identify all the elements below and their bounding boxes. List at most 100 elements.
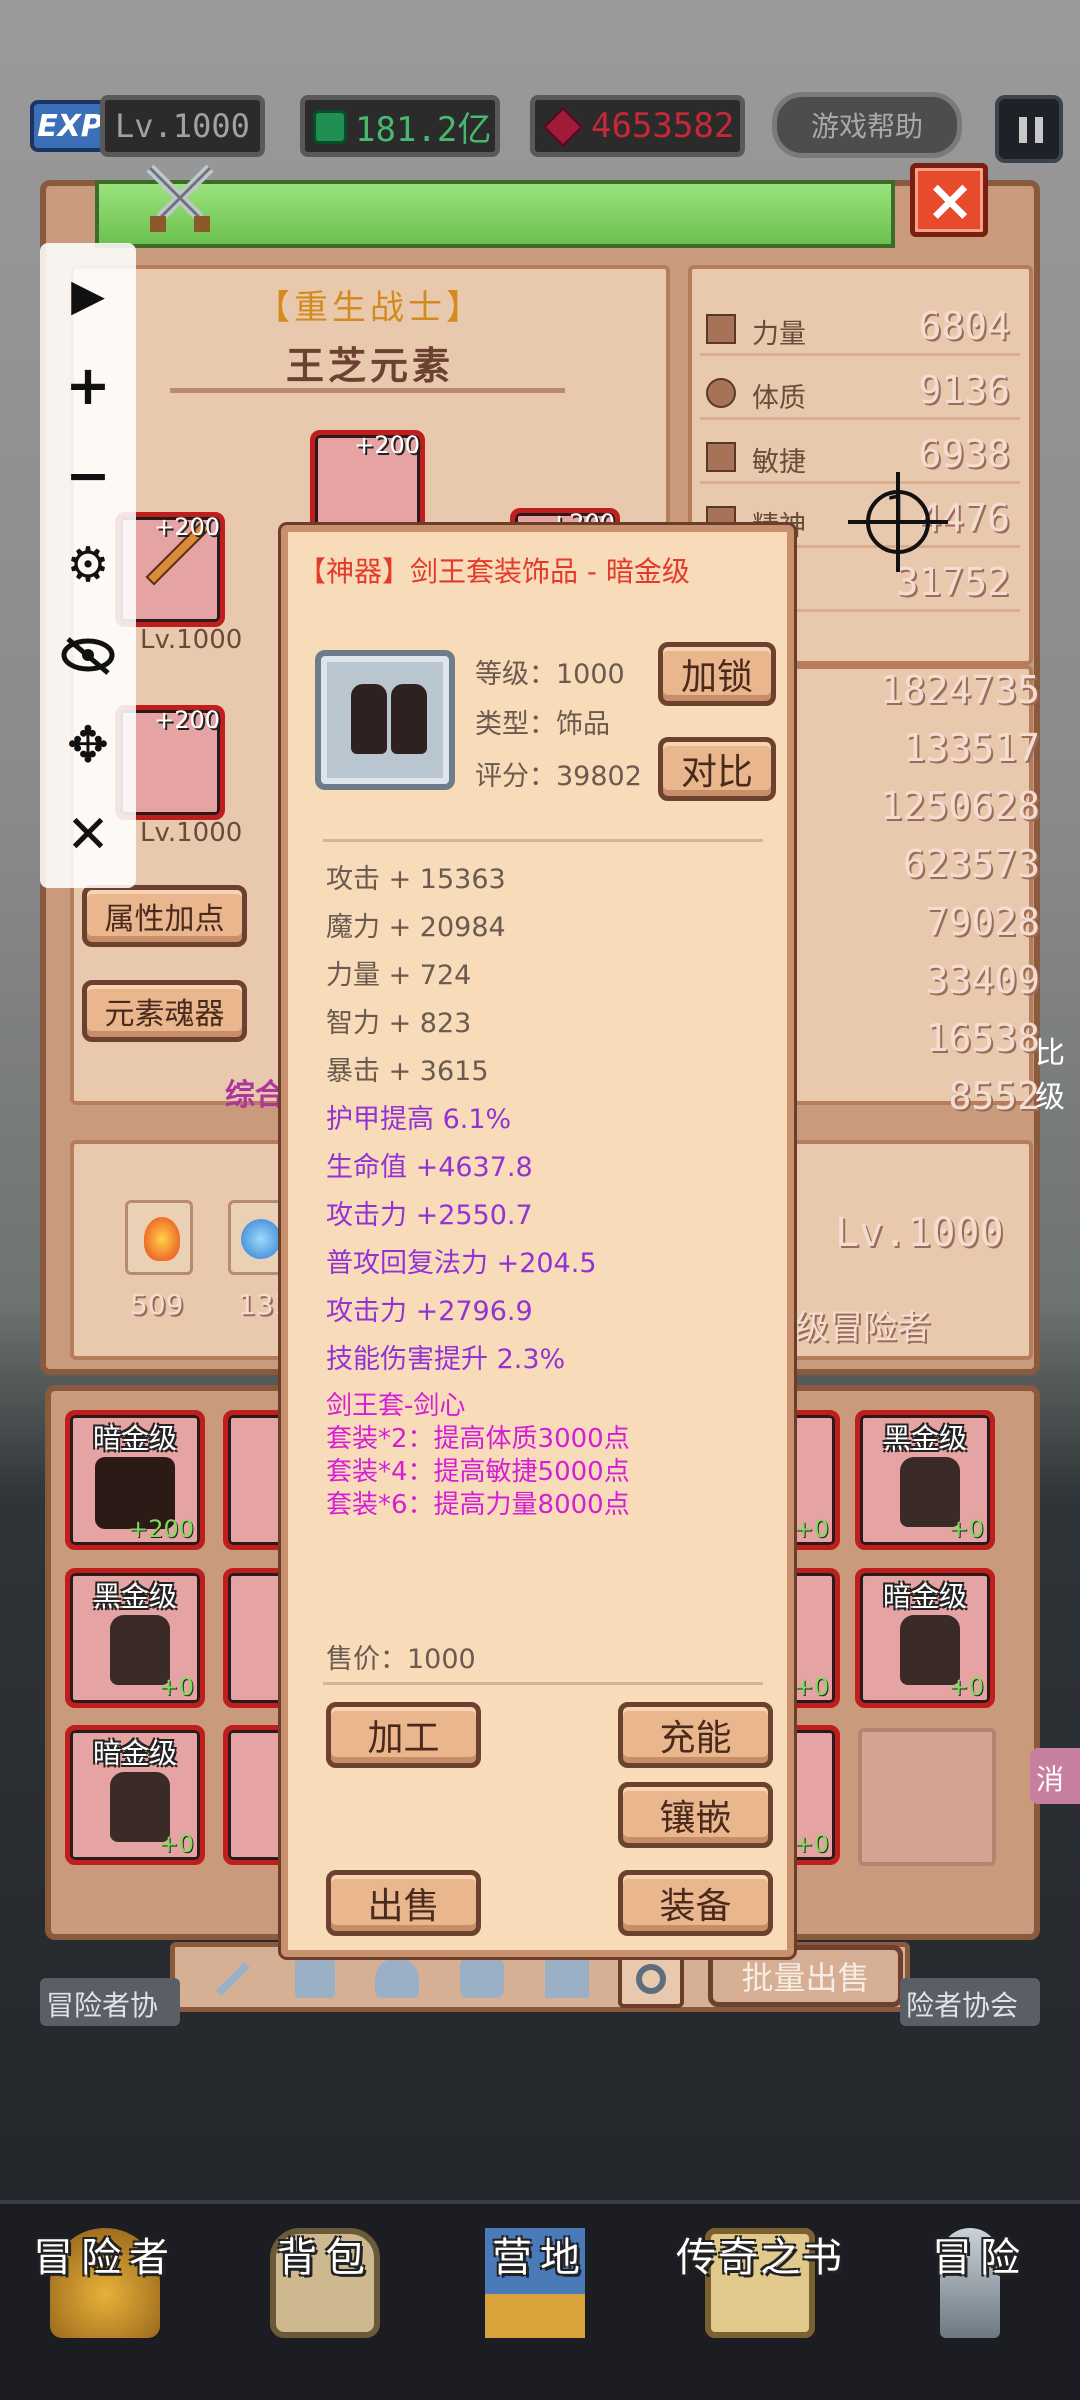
nav-legend-book[interactable]: 传奇之书 <box>665 2225 855 2283</box>
tab-chest[interactable] <box>460 1958 504 1998</box>
item-price: 售价：1000 <box>326 1644 476 1675</box>
ruby-count: 4653582 <box>591 106 735 146</box>
nav-adventurer[interactable]: 冒险者 <box>10 2225 200 2283</box>
close-icon: × <box>925 166 975 234</box>
charge-button[interactable]: 充能 <box>618 1702 773 1768</box>
summary-label: 综合 <box>225 1078 285 1113</box>
ring-icon <box>636 1964 666 1994</box>
inventory-slot-4[interactable]: 黑金级 +0 <box>855 1410 995 1550</box>
close-toolbar-icon[interactable]: ✕ <box>58 805 118 865</box>
equip-button[interactable]: 装备 <box>618 1870 773 1936</box>
set-bonus-4: 套装*4：提高敏捷5000点 <box>326 1457 630 1487</box>
element-soul-button[interactable]: 元素魂器 <box>82 980 247 1042</box>
glove-icon <box>351 684 387 754</box>
item-icon-frame <box>315 650 455 790</box>
tab-armor[interactable] <box>295 1958 335 1998</box>
process-button[interactable]: 加工 <box>326 1702 481 1768</box>
cancel-button[interactable]: 消 <box>1030 1748 1080 1804</box>
sub-stat-1: 1824735 <box>879 668 1040 712</box>
heart-icon <box>706 378 736 408</box>
item-title: 【神器】剑王套装饰品 - 暗金级 <box>298 555 690 588</box>
base-attr-magic: 魔力 + 20984 <box>326 912 506 943</box>
level-display: Lv.1000 <box>100 95 265 157</box>
extra-attr-3: 攻击力 +2550.7 <box>326 1200 533 1231</box>
inventory-slot-5[interactable]: 黑金级 +0 <box>65 1568 205 1708</box>
minus-icon[interactable]: − <box>58 444 118 507</box>
extra-attr-4: 普攻回复法力 +204.5 <box>326 1248 597 1279</box>
attribute-points-button[interactable]: 属性加点 <box>82 885 247 947</box>
extra-attr-1: 护甲提高 6.1% <box>326 1104 512 1135</box>
ruby-counter: 4653582 <box>530 95 745 157</box>
fire-resource-icon <box>125 1200 193 1275</box>
class-title: 【重生战士】 <box>256 288 484 328</box>
set-bonus-6: 套装*6：提高力量8000点 <box>326 1490 630 1520</box>
adventurer-rank: 级冒险者 <box>795 1308 931 1348</box>
water-resource-icon <box>228 1200 288 1275</box>
sub-stat-7: 16538 <box>925 1016 1040 1060</box>
floating-toolbar: ▶ + − ⚙ ✥ ✕ <box>40 243 136 888</box>
set-name: 剑王套-剑心 <box>326 1391 466 1421</box>
inventory-slot-empty[interactable] <box>858 1728 996 1866</box>
pause-button[interactable] <box>995 95 1063 163</box>
side-label: 比级 <box>1035 1036 1065 1115</box>
boot-icon <box>706 442 736 472</box>
item-score: 评分：39802 <box>475 761 642 792</box>
nav-adventure[interactable]: 冒险 <box>885 2225 1075 2283</box>
inventory-slot-1[interactable]: 暗金级 +200 <box>65 1410 205 1550</box>
glove-icon <box>391 684 427 754</box>
adventurer-level: Lv.1000 <box>835 1210 1004 1256</box>
base-attr-attack: 攻击 + 15363 <box>326 864 506 895</box>
tab-accessory[interactable] <box>618 1950 684 2008</box>
extra-attr-2: 生命值 +4637.8 <box>326 1152 533 1183</box>
compare-button[interactable]: 对比 <box>658 737 776 801</box>
inventory-slot-8[interactable]: 暗金级 +0 <box>855 1568 995 1708</box>
equip-left1-level: Lv.1000 <box>140 625 243 655</box>
inventory-slot-9[interactable]: 暗金级 +0 <box>65 1725 205 1865</box>
gem-icon <box>313 110 347 144</box>
sword-tab-icon <box>216 1962 250 1996</box>
ruby-icon <box>542 106 584 148</box>
stat-row-constitution: 体质 9136 <box>700 364 1020 420</box>
name-divider <box>170 388 565 393</box>
base-attr-crit: 暴击 + 3615 <box>326 1056 489 1087</box>
nav-backpack[interactable]: 背包 <box>230 2225 420 2283</box>
close-panel-button[interactable]: × <box>910 163 988 237</box>
fire-resource-count: 509 <box>130 1288 184 1321</box>
gear-icon[interactable]: ⚙ <box>58 535 118 595</box>
item-detail-popup: 【神器】剑王套装饰品 - 暗金级 等级：1000 类型：饰品 评分：39802 … <box>281 525 794 1957</box>
crossed-swords-icon <box>140 158 220 238</box>
extra-attr-6: 技能伤害提升 2.3% <box>326 1344 566 1375</box>
popup-divider-bottom <box>323 1682 763 1685</box>
base-attr-intellect: 智力 + 823 <box>326 1008 472 1039</box>
tab-boots[interactable] <box>545 1958 589 1998</box>
equip-left2-level: Lv.1000 <box>140 818 243 848</box>
sub-stat-3: 1250628 <box>879 784 1040 828</box>
tab-weapon[interactable] <box>205 1955 255 2001</box>
stat-row-strength: 力量 6804 <box>700 300 1020 356</box>
equip-left1-plus: +200 <box>154 513 220 541</box>
inlay-button[interactable]: 镶嵌 <box>618 1782 773 1848</box>
sub-stat-5: 79028 <box>925 900 1040 944</box>
sub-stat-8: 8552 <box>948 1074 1040 1118</box>
lock-button[interactable]: 加锁 <box>658 642 776 706</box>
move-icon[interactable]: ✥ <box>58 715 118 775</box>
tab-helmet[interactable] <box>375 1958 419 1998</box>
eye-hidden-icon[interactable] <box>58 625 118 685</box>
game-help-button[interactable]: 游戏帮助 <box>772 92 962 158</box>
equip-top-plus: +200 <box>354 431 420 459</box>
crosshair-number: 1 <box>885 488 911 534</box>
set-bonus-2: 套装*2：提高体质3000点 <box>326 1424 630 1454</box>
item-type: 类型：饰品 <box>475 709 610 740</box>
right-guild-tab[interactable]: 险者协会 <box>900 1978 1040 2026</box>
base-attr-strength: 力量 + 724 <box>326 960 472 991</box>
plus-icon[interactable]: + <box>58 354 118 417</box>
pause-icon <box>1019 117 1027 143</box>
nav-camp[interactable]: 营地 <box>445 2225 635 2283</box>
item-level: 等级：1000 <box>475 659 625 690</box>
play-icon[interactable]: ▶ <box>58 265 118 325</box>
gem-counter: 181.2亿 <box>300 95 500 157</box>
sell-button[interactable]: 出售 <box>326 1870 481 1936</box>
left-guild-tab[interactable]: 冒险者协 <box>40 1978 180 2026</box>
sub-stat-4: 623573 <box>902 842 1040 886</box>
equip-left2-plus: +200 <box>154 706 220 734</box>
